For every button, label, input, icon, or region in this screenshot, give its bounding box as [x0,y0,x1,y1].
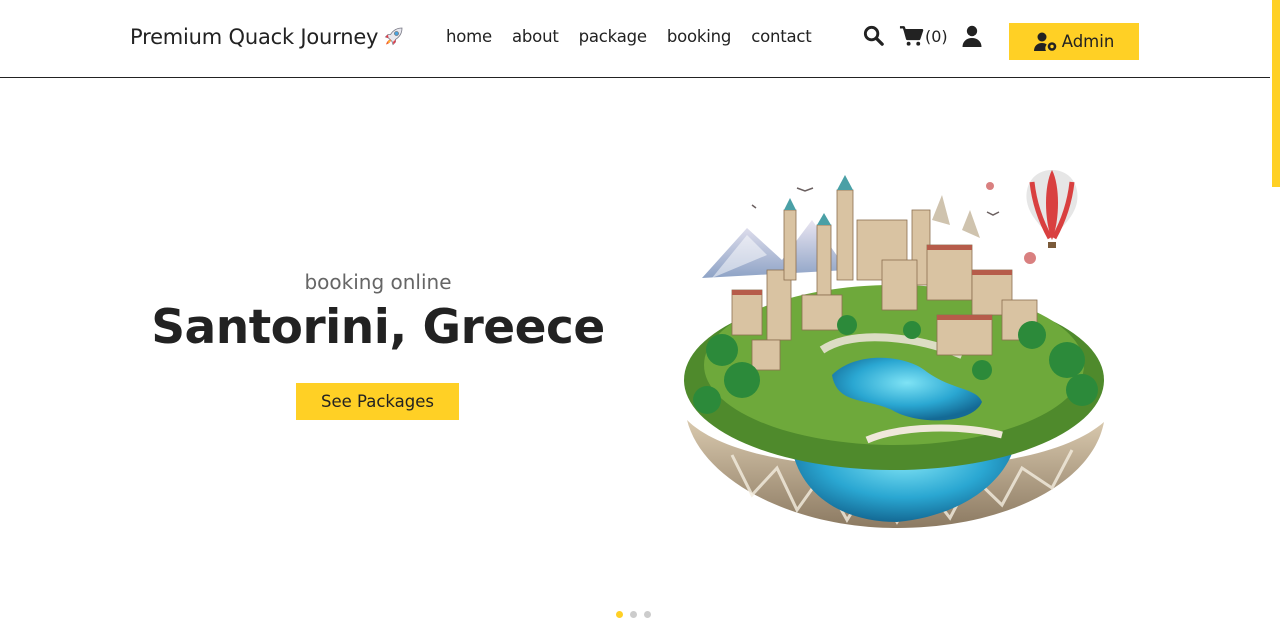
nav-home[interactable]: home [446,27,492,46]
hero-island-image [684,170,1104,528]
nav-package[interactable]: package [579,27,647,46]
page-scrollbar[interactable] [1270,0,1280,625]
header-icons: (0) [862,24,982,47]
carousel-dot-1[interactable] [616,611,623,618]
hero-title: Santorini, Greece [151,300,605,355]
nav-about[interactable]: about [512,27,559,46]
carousel-dot-3[interactable] [644,611,651,618]
see-packages-button[interactable]: See Packages [296,383,459,420]
search-icon[interactable] [862,24,885,47]
carousel-dots [616,611,651,618]
brand-name: Premium Quack Journey [130,25,379,49]
user-icon[interactable] [962,25,982,47]
hero-subtitle: booking online [304,270,452,294]
carousel-dot-2[interactable] [630,611,637,618]
admin-button-label: Admin [1061,32,1115,51]
admin-button[interactable]: Admin [1009,23,1139,60]
user-cog-icon [1033,32,1057,51]
nav-booking[interactable]: booking [667,27,732,46]
site-header: Premium Quack Journey home about package… [0,0,1270,78]
rocket-icon [385,27,403,46]
main-nav: home about package booking contact [446,27,812,46]
nav-contact[interactable]: contact [751,27,812,46]
cart-icon [899,25,924,46]
cart-button[interactable]: (0) [899,25,948,47]
scrollbar-thumb[interactable] [1272,0,1280,187]
brand-logo[interactable]: Premium Quack Journey [130,25,405,49]
cart-count: (0) [925,27,948,46]
